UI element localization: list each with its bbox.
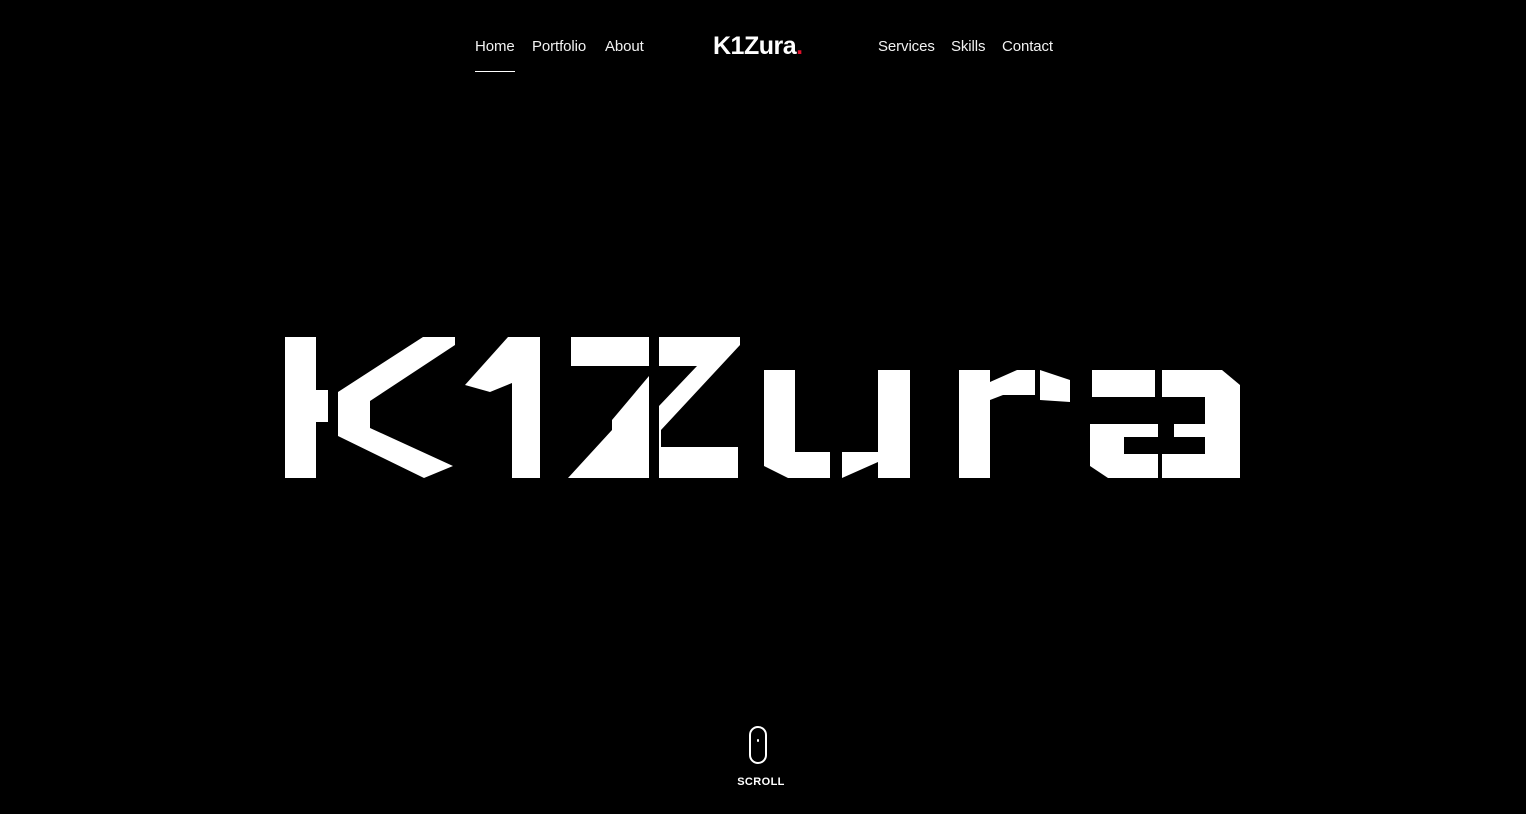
nav-link-about[interactable]: About — [605, 38, 644, 56]
hero-letter-u — [764, 370, 910, 478]
nav-link-portfolio[interactable]: Portfolio — [532, 38, 586, 56]
brand-name: K1Zura — [713, 32, 797, 60]
scroll-label: SCROLL — [737, 776, 785, 788]
hero-letter-k — [285, 337, 455, 478]
nav-link-home[interactable]: Home — [475, 38, 515, 72]
brand-logo-link[interactable]: K1Zura. — [713, 31, 803, 61]
hero-letter-z — [568, 337, 740, 478]
hero-logo-k1zura — [285, 337, 1240, 478]
scroll-indicator[interactable]: SCROLL — [730, 724, 790, 794]
nav-link-services[interactable]: Services — [878, 38, 935, 56]
hero-letter-r — [959, 370, 1070, 478]
mouse-wheel — [757, 739, 759, 742]
hero-letter-1 — [465, 337, 540, 478]
brand-dot: . — [796, 32, 803, 60]
mouse-icon — [749, 726, 767, 764]
nav-link-contact[interactable]: Contact — [1002, 38, 1053, 56]
nav-link-skills[interactable]: Skills — [951, 38, 986, 56]
hero-letter-a — [1090, 370, 1240, 478]
